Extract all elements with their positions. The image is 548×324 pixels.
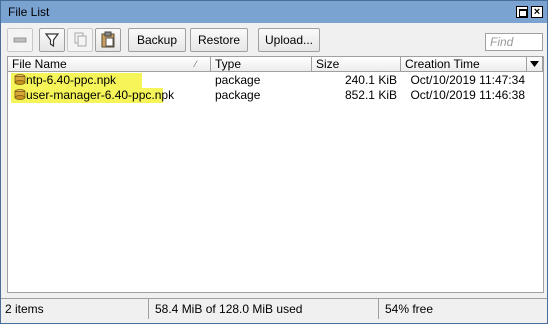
column-header-creation-time[interactable]: Creation Time — [401, 57, 527, 72]
filter-icon — [44, 33, 60, 48]
status-bar: 2 items 58.4 MiB of 128.0 MiB used 54% f… — [1, 298, 547, 319]
minus-icon — [13, 37, 27, 43]
file-creation-time: Oct/10/2019 11:46:38 — [410, 88, 525, 102]
file-table: File Name ⁄ Type Size Creation Time ntp-… — [7, 56, 544, 293]
find-input[interactable] — [485, 33, 543, 51]
file-size: 240.1 KiB — [344, 73, 397, 87]
column-header-file-name[interactable]: File Name ⁄ — [8, 57, 211, 72]
maximize-button[interactable] — [516, 6, 528, 18]
file-type: package — [215, 73, 261, 87]
file-name-cell: ntp-6.40-ppc.npk — [11, 73, 142, 88]
window-title: File List — [8, 5, 50, 19]
remove-button[interactable] — [7, 28, 33, 52]
copy-icon — [74, 32, 87, 47]
package-file-icon — [14, 89, 26, 100]
close-button[interactable]: × — [531, 6, 543, 18]
file-size: 852.1 KiB — [344, 88, 397, 102]
title-bar[interactable]: File List × — [1, 1, 547, 23]
status-free-space: 54% free — [385, 302, 434, 316]
paste-icon — [101, 31, 115, 48]
table-row[interactable]: user-manager-6.40-ppc.npk package 852.1 … — [8, 88, 543, 103]
status-storage-usage: 58.4 MiB of 128.0 MiB used — [151, 299, 379, 319]
column-dropdown-icon — [530, 61, 539, 67]
file-name: ntp-6.40-ppc.npk — [26, 73, 117, 87]
file-name-cell: user-manager-6.40-ppc.npk — [11, 88, 174, 103]
backup-button[interactable]: Backup — [128, 28, 186, 52]
copy-button[interactable] — [67, 28, 93, 52]
status-item-count: 2 items — [1, 299, 149, 319]
toolbar: Backup Restore Upload... — [1, 23, 547, 57]
table-row[interactable]: ntp-6.40-ppc.npk package 240.1 KiB Oct/1… — [8, 73, 543, 88]
package-file-icon — [14, 74, 26, 85]
column-menu-button[interactable] — [527, 57, 543, 72]
paste-button[interactable] — [95, 28, 121, 52]
column-header-size[interactable]: Size — [312, 57, 401, 72]
column-header-label: Size — [316, 57, 340, 71]
file-list-window: File List × Backup Restore Upload... Fin… — [0, 0, 548, 324]
column-header-type[interactable]: Type — [211, 57, 312, 72]
upload-button[interactable]: Upload... — [258, 28, 320, 52]
file-creation-time: Oct/10/2019 11:47:34 — [410, 73, 525, 87]
sort-indicator-icon: ⁄ — [195, 59, 197, 69]
column-header-label: Creation Time — [405, 57, 480, 71]
restore-button[interactable]: Restore — [190, 28, 248, 52]
file-type: package — [215, 88, 261, 102]
column-header-label: Type — [215, 57, 242, 71]
file-name: user-manager-6.40-ppc.npk — [26, 88, 175, 102]
filter-button[interactable] — [39, 28, 65, 52]
column-header-label: File Name — [12, 57, 67, 71]
